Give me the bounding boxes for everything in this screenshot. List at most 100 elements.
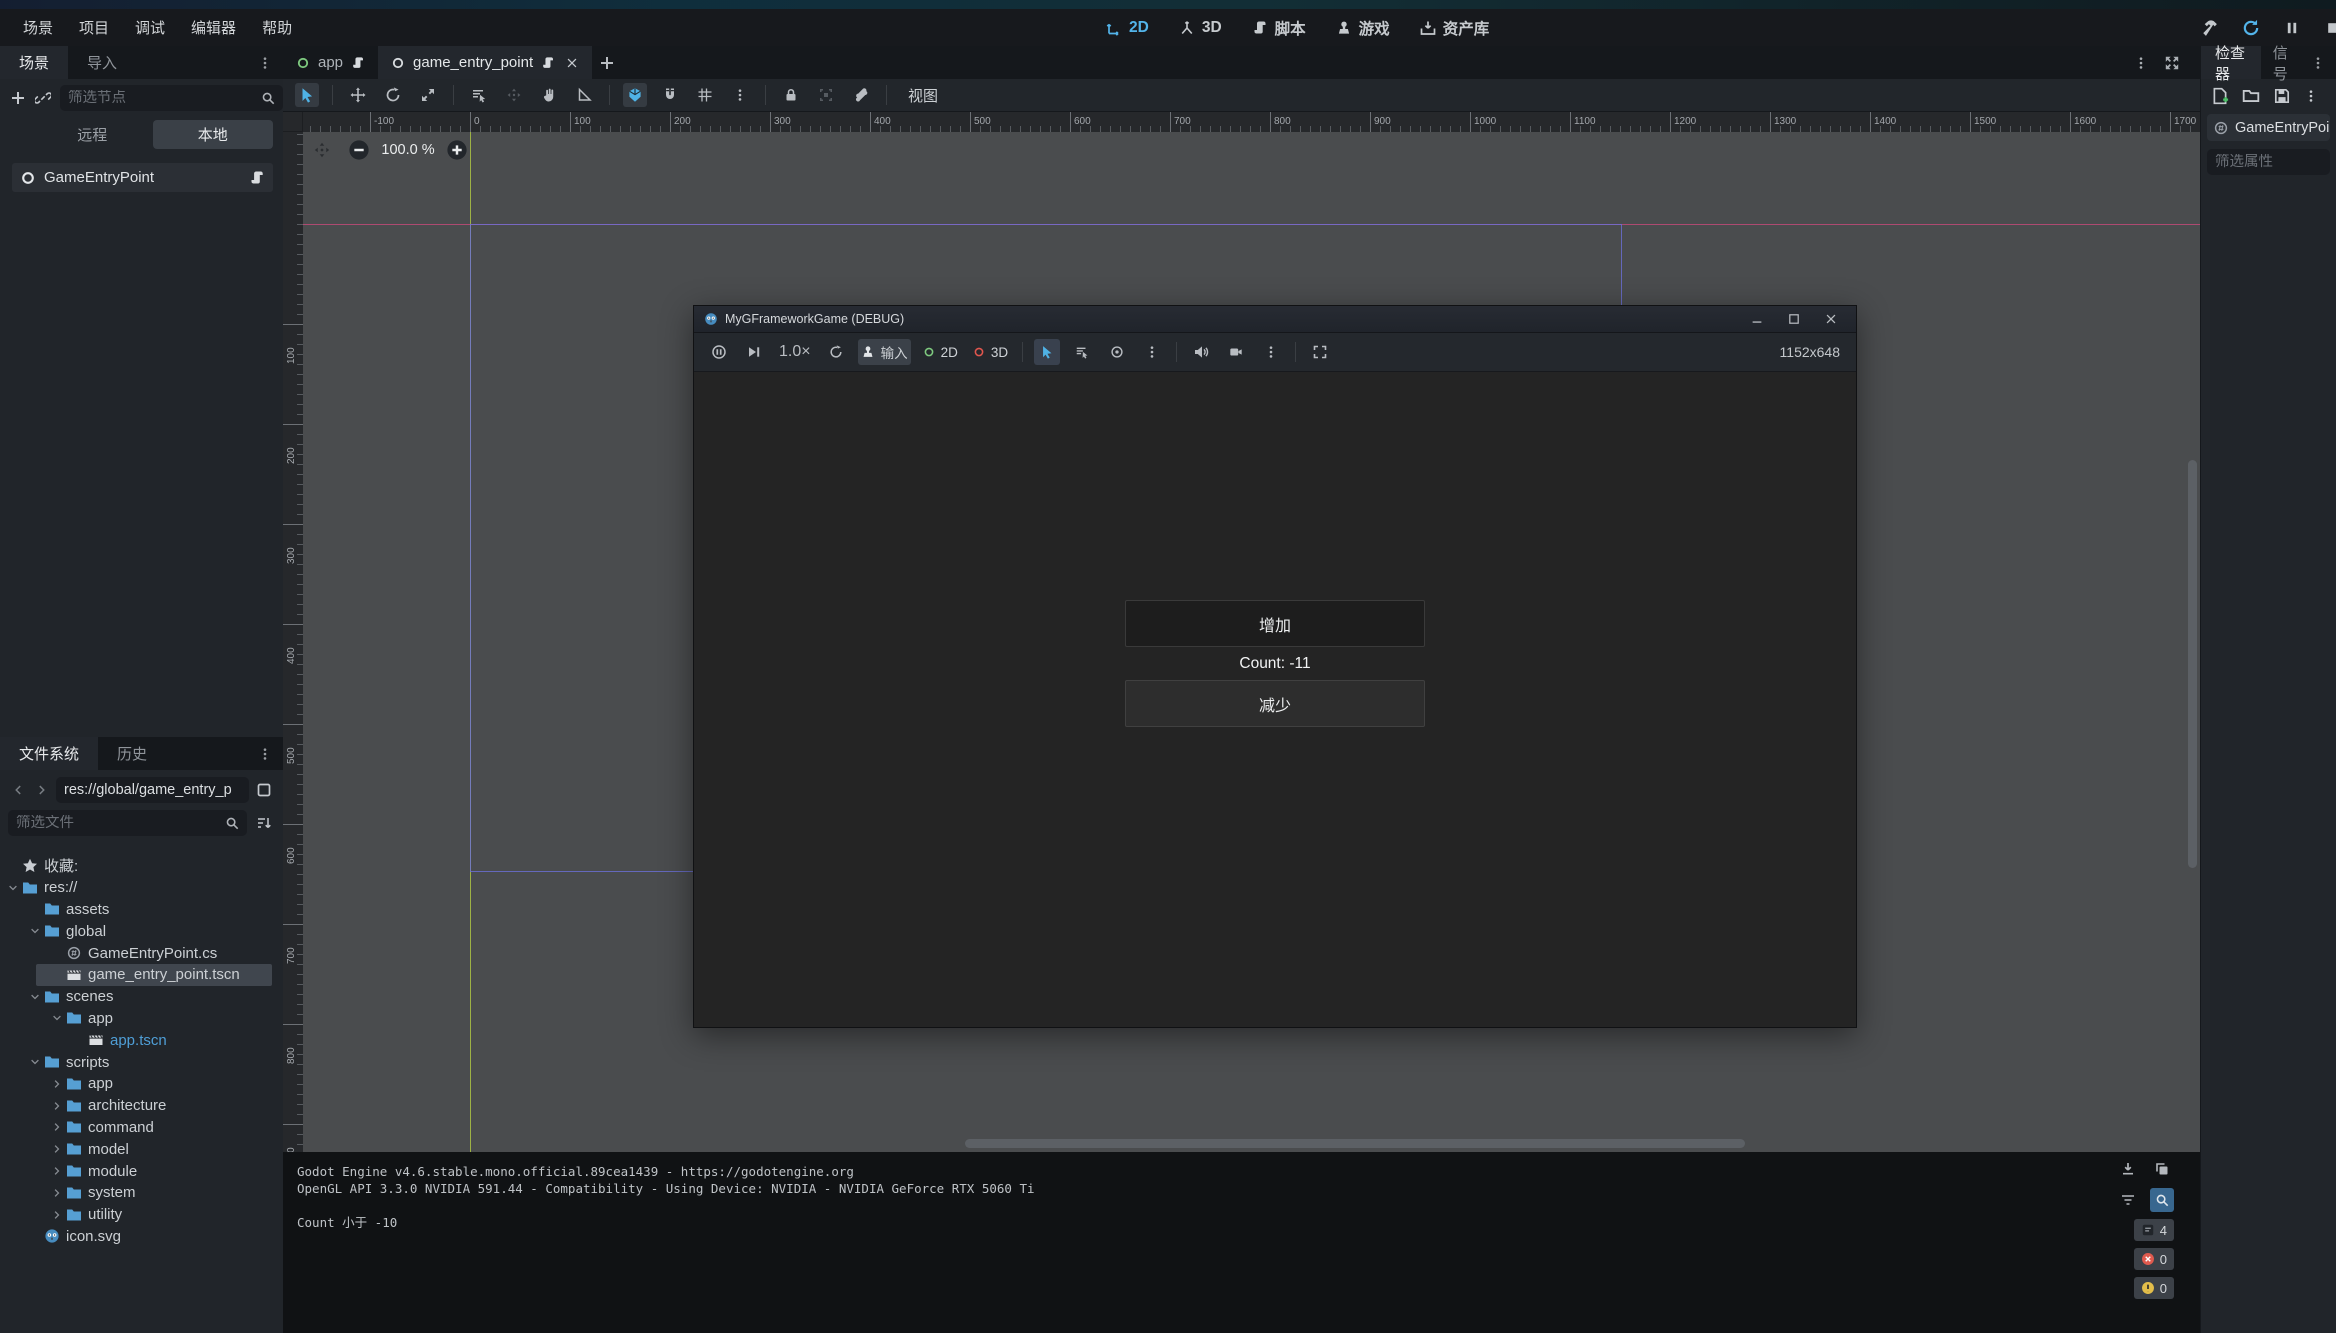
camera-override-2d-button[interactable]: 2D (920, 339, 961, 365)
tab-filesystem[interactable]: 文件系统 (0, 737, 98, 770)
tree-item-app[interactable]: app (0, 1073, 283, 1095)
scene-script-icon[interactable] (351, 56, 365, 70)
tree-item-system[interactable]: system (0, 1182, 283, 1204)
scene-tab-game_entry_point[interactable]: game_entry_point (378, 46, 592, 79)
add-node-button[interactable] (10, 87, 26, 109)
select-tool-button[interactable] (295, 83, 319, 107)
rotate-tool-button[interactable] (381, 83, 405, 107)
viewport-canvas[interactable]: 100.0 % MyGFrameworkGame (DEBUG) 1.0× 输入 (303, 132, 2200, 1152)
game-select-mode-button[interactable] (1034, 339, 1060, 365)
menu-item-4[interactable]: 帮助 (249, 13, 305, 43)
toggle-split-mode-button[interactable] (253, 779, 275, 801)
sort-files-button[interactable] (253, 812, 275, 834)
close-window-button[interactable] (1816, 308, 1846, 330)
camera-override-3d-button[interactable]: 3D (970, 339, 1011, 365)
snap-options-menu[interactable] (728, 83, 752, 107)
position-select-button[interactable] (502, 83, 526, 107)
tree-item-scenes[interactable]: scenes (0, 986, 283, 1008)
build-button[interactable] (2197, 15, 2223, 41)
stop-game-button[interactable] (2320, 15, 2336, 41)
game-select-menu[interactable] (1139, 339, 1165, 365)
tree-item-global[interactable]: global (0, 920, 283, 942)
decrease-button[interactable]: 减少 (1125, 680, 1425, 727)
list-select-button[interactable] (467, 83, 491, 107)
mute-audio-button[interactable] (1188, 339, 1214, 365)
snap-grid-button[interactable] (693, 83, 717, 107)
menu-item-1[interactable]: 项目 (66, 13, 122, 43)
tree-item-res[interactable]: res:// (0, 877, 283, 899)
collapse-duplicates-button[interactable] (2116, 1188, 2140, 1212)
game-pick-mode-button[interactable] (1104, 339, 1130, 365)
menu-item-3[interactable]: 编辑器 (178, 13, 249, 43)
tree-item-assets[interactable]: assets (0, 899, 283, 921)
nav-back-button[interactable] (8, 779, 28, 801)
embed-options-button[interactable] (1307, 339, 1333, 365)
copy-log-button[interactable] (2150, 1157, 2174, 1181)
tab-import[interactable]: 导入 (68, 46, 136, 79)
tree-item-model[interactable]: model (0, 1138, 283, 1160)
game-list-select-button[interactable] (1069, 339, 1095, 365)
tab-scene[interactable]: 场景 (0, 46, 68, 79)
zoom-percent[interactable]: 100.0 % (379, 142, 437, 158)
expand-icon[interactable] (50, 1208, 64, 1222)
tab-history[interactable]: 历史 (98, 737, 166, 770)
workspace-assetlib-button[interactable]: 资产库 (1410, 13, 1500, 43)
tab-inspector[interactable]: 检查器 (2201, 46, 2261, 79)
tree-item-command[interactable]: command (0, 1117, 283, 1139)
scene-root-node[interactable]: GameEntryPoint (12, 163, 273, 192)
collapse-icon[interactable] (6, 881, 20, 895)
expand-icon[interactable] (50, 1142, 64, 1156)
tree-item-[interactable]: 收藏: (0, 855, 283, 877)
view-menu-button[interactable]: 视图 (900, 85, 946, 106)
smart-snap-button[interactable] (623, 83, 647, 107)
workspace-2d-button[interactable]: 2D (1096, 13, 1159, 43)
expand-icon[interactable] (50, 1099, 64, 1113)
messages-filter-badge[interactable]: 4 (2134, 1219, 2174, 1241)
tree-item-scripts[interactable]: scripts (0, 1051, 283, 1073)
workspace-script-button[interactable]: 脚本 (1242, 13, 1316, 43)
save-resource-button[interactable] (2273, 87, 2291, 105)
tree-item-module[interactable]: module (0, 1160, 283, 1182)
collapse-icon[interactable] (28, 1055, 42, 1069)
open-script-icon[interactable] (249, 170, 265, 186)
load-resource-button[interactable] (2242, 87, 2260, 105)
scene-dock-menu[interactable] (253, 46, 277, 79)
filter-files-input[interactable] (16, 815, 219, 831)
collapse-icon[interactable] (28, 924, 42, 938)
game-zoom-label[interactable]: 1.0× (776, 339, 814, 365)
tree-item-architecture[interactable]: architecture (0, 1095, 283, 1117)
expand-icon[interactable] (50, 1077, 64, 1091)
collapse-icon[interactable] (50, 1011, 64, 1025)
maximize-window-button[interactable] (1779, 308, 1809, 330)
reset-zoom-button[interactable] (823, 339, 849, 365)
move-tool-button[interactable] (346, 83, 370, 107)
camera-button[interactable] (1223, 339, 1249, 365)
warnings-filter-badge[interactable]: 0 (2134, 1277, 2174, 1299)
local-button[interactable]: 本地 (153, 120, 274, 149)
expand-icon[interactable] (50, 1186, 64, 1200)
filter-nodes-input[interactable] (68, 90, 255, 106)
horizontal-scrollbar[interactable] (965, 1139, 1745, 1148)
group-node-button[interactable] (814, 83, 838, 107)
new-scene-tab-button[interactable] (592, 46, 622, 79)
zoom-out-button[interactable] (348, 139, 370, 161)
expand-icon[interactable] (50, 1164, 64, 1178)
scene-script-icon[interactable] (541, 56, 555, 70)
tab-signals[interactable]: 信号 (2261, 46, 2306, 79)
next-frame-button[interactable] (741, 339, 767, 365)
reload-game-button[interactable] (2238, 15, 2264, 41)
resource-options-menu[interactable] (2304, 89, 2318, 103)
tree-item-app.tscn[interactable]: app.tscn (0, 1029, 283, 1051)
filter-properties-input[interactable] (2215, 154, 2322, 170)
remote-button[interactable]: 远程 (32, 120, 153, 149)
tree-item-icon.svg[interactable]: icon.svg (0, 1226, 283, 1248)
expand-icon[interactable] (50, 1120, 64, 1134)
vertical-scrollbar[interactable] (2188, 460, 2197, 868)
pause-game-button[interactable] (2279, 15, 2305, 41)
workspace-game-button[interactable]: 游戏 (1326, 13, 1400, 43)
inspector-dock-menu[interactable] (2306, 46, 2330, 79)
tree-item-utility[interactable]: utility (0, 1204, 283, 1226)
errors-filter-badge[interactable]: 0 (2134, 1248, 2174, 1270)
collapse-icon[interactable] (28, 990, 42, 1004)
game-window-titlebar[interactable]: MyGFrameworkGame (DEBUG) (694, 306, 1856, 333)
